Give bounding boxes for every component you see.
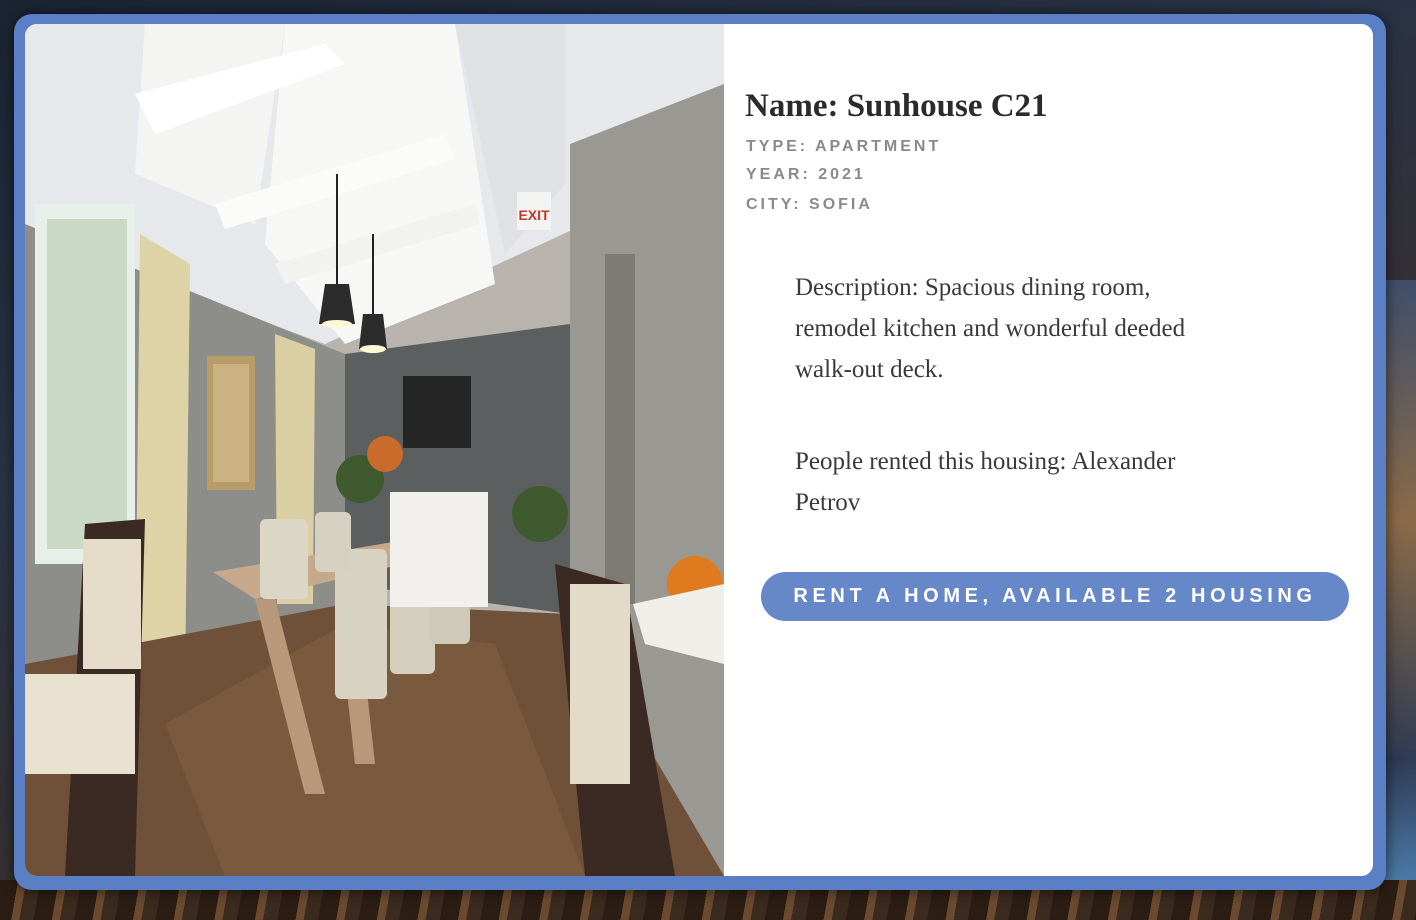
listing-city: CITY: SOFIA — [746, 196, 873, 213]
listing-type: TYPE: APARTMENT — [746, 138, 942, 155]
exit-sign: EXIT — [518, 207, 550, 223]
listing-title: Name: Sunhouse C21 — [745, 88, 1048, 124]
property-photo: EXIT — [25, 24, 724, 876]
listing-card-inner: EXIT Name: Sunhouse C21 TYPE: APARTMENT … — [25, 24, 1373, 876]
listing-year: YEAR: 2021 — [746, 166, 866, 183]
listing-details: Name: Sunhouse C21 TYPE: APARTMENT YEAR:… — [724, 24, 1373, 876]
listing-description: Description: Spacious dining room, remod… — [795, 274, 1186, 383]
rented-by: People rented this housing: Alexander Pe… — [795, 448, 1176, 516]
dining-room-image: EXIT — [25, 24, 724, 876]
listing-card: EXIT Name: Sunhouse C21 TYPE: APARTMENT … — [14, 14, 1386, 890]
rent-home-button[interactable]: RENT A HOME, AVAILABLE 2 HOUSING — [761, 572, 1349, 621]
